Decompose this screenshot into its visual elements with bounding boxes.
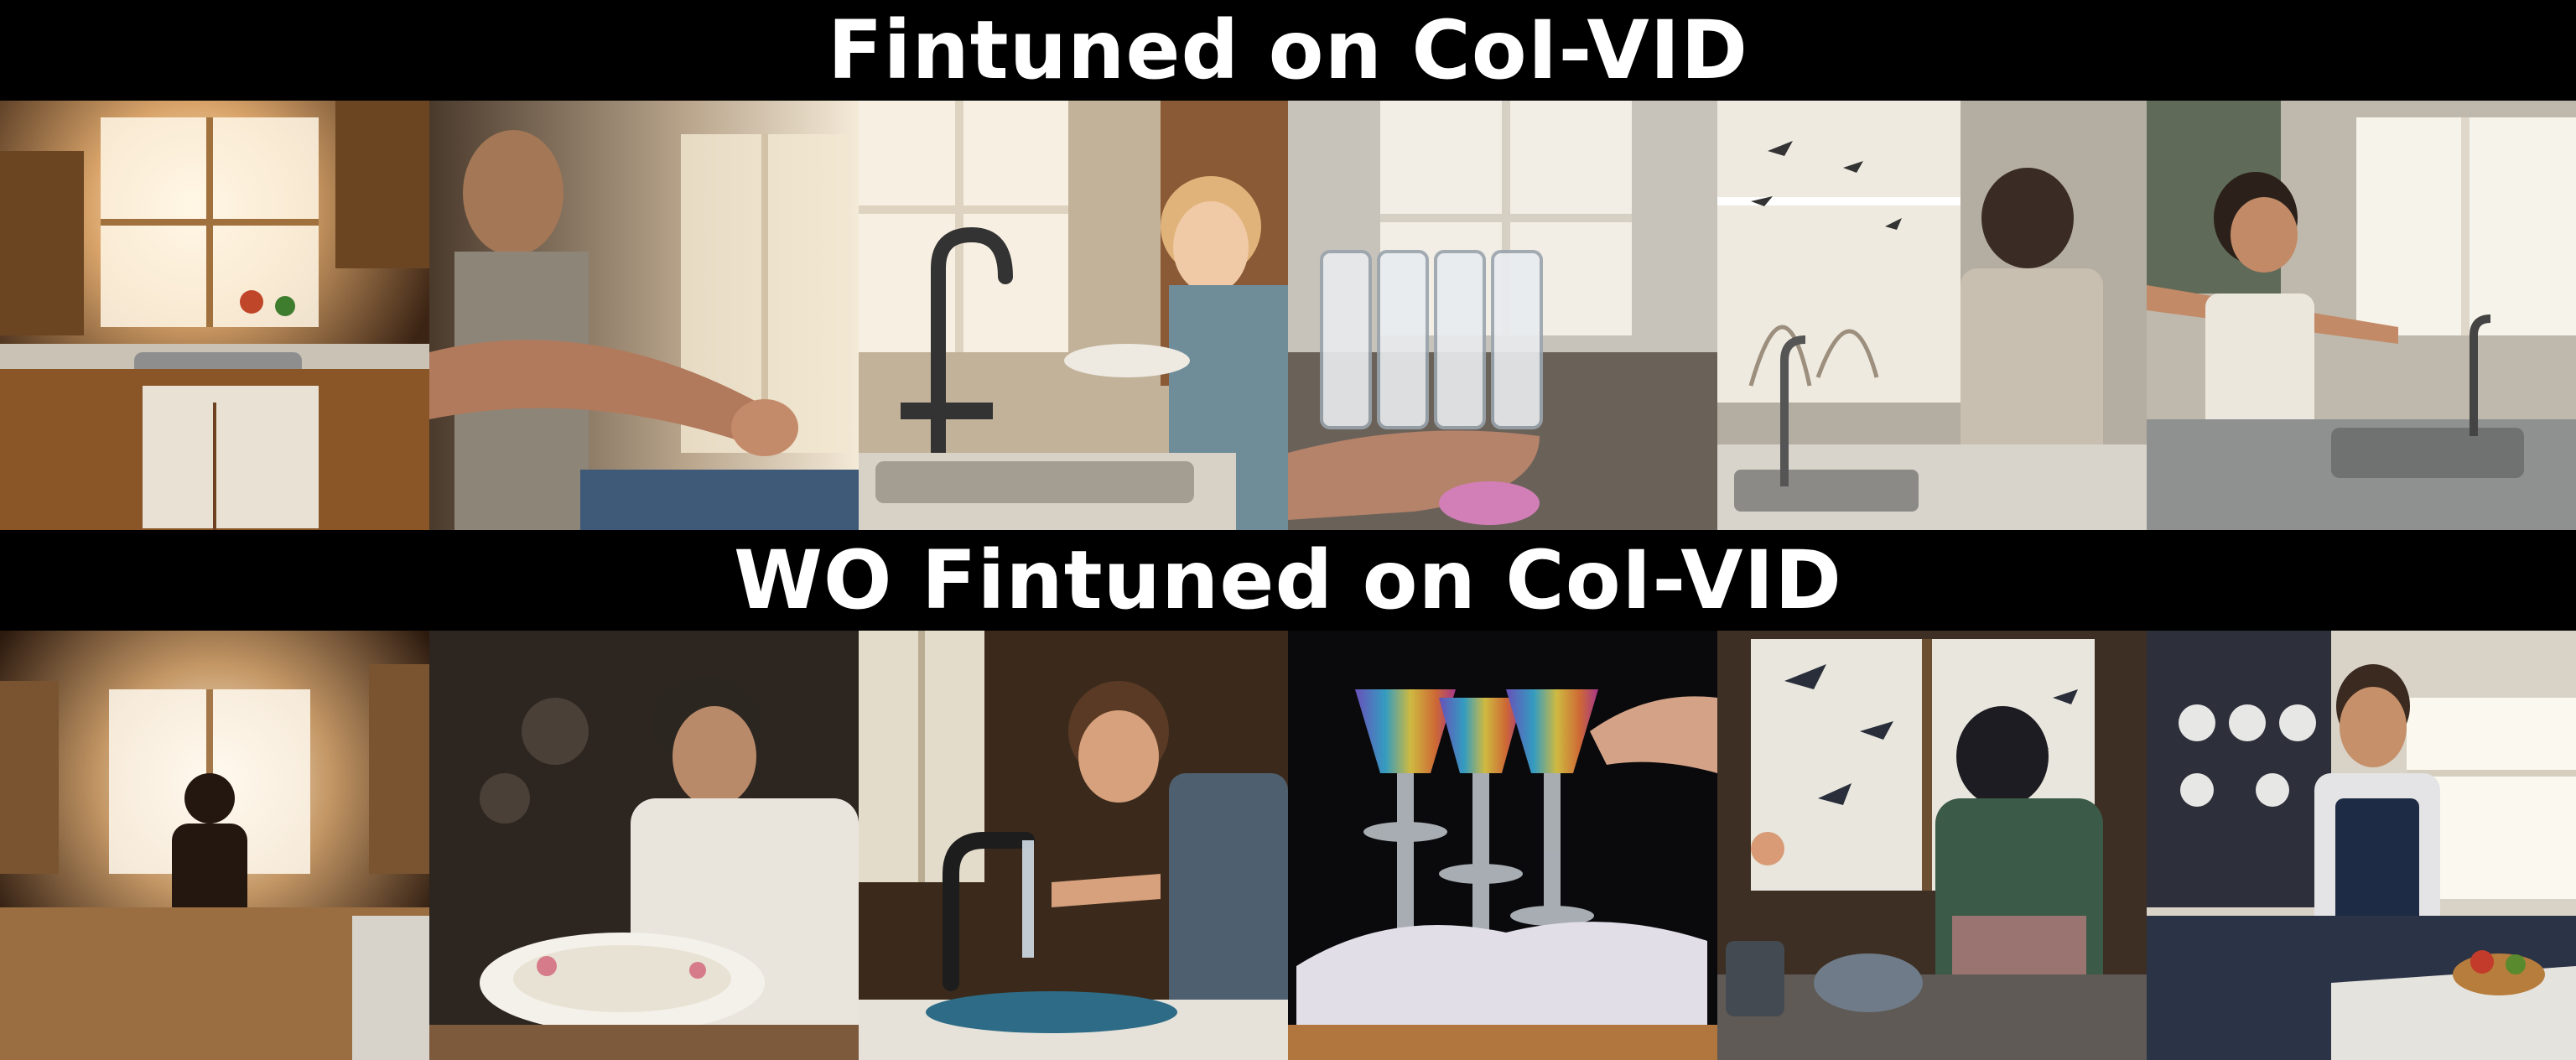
frame-person-silhouette-kitchen — [0, 631, 429, 1060]
person-silhouette-kitchen-image — [0, 631, 429, 1060]
frame-woman-reaching-hand — [429, 101, 859, 530]
top-row-title: Fintuned on CoI-VID — [827, 3, 1749, 97]
stacked-glasses-image — [1288, 101, 1717, 530]
frame-smiling-man-apron — [2147, 631, 2576, 1060]
child-holding-plate-image — [859, 101, 1288, 530]
boy-washing-hands-image — [859, 631, 1288, 1060]
bottom-title-band: WO Fintuned on CoI-VID — [0, 530, 2576, 631]
woman-reaching-hand-image — [429, 101, 859, 530]
person-stove-birds-image — [1717, 631, 2147, 1060]
woman-washing-plate-image — [429, 631, 859, 1060]
without-finetune-image-strip — [0, 631, 2576, 1060]
frame-boy-washing-hands — [859, 631, 1288, 1060]
frame-person-window-birds — [1717, 101, 2147, 530]
finetuned-image-strip — [0, 101, 2576, 530]
frame-stacked-glasses — [1288, 101, 1717, 530]
man-stretching-image — [2147, 101, 2576, 530]
person-window-birds-image — [1717, 101, 2147, 530]
frame-rainbow-glasses-towel — [1288, 631, 1717, 1060]
top-title-band: Fintuned on CoI-VID — [0, 0, 2576, 101]
bottom-row-title: WO Fintuned on CoI-VID — [734, 533, 1842, 627]
frame-man-stretching — [2147, 101, 2576, 530]
kitchen-sink-window-image — [0, 101, 429, 530]
frame-child-holding-plate — [859, 101, 1288, 530]
frame-person-stove-birds — [1717, 631, 2147, 1060]
smiling-man-apron-image — [2147, 631, 2576, 1060]
frame-woman-washing-plate — [429, 631, 859, 1060]
rainbow-glasses-towel-image — [1288, 631, 1717, 1060]
frame-kitchen-sink-window — [0, 101, 429, 530]
